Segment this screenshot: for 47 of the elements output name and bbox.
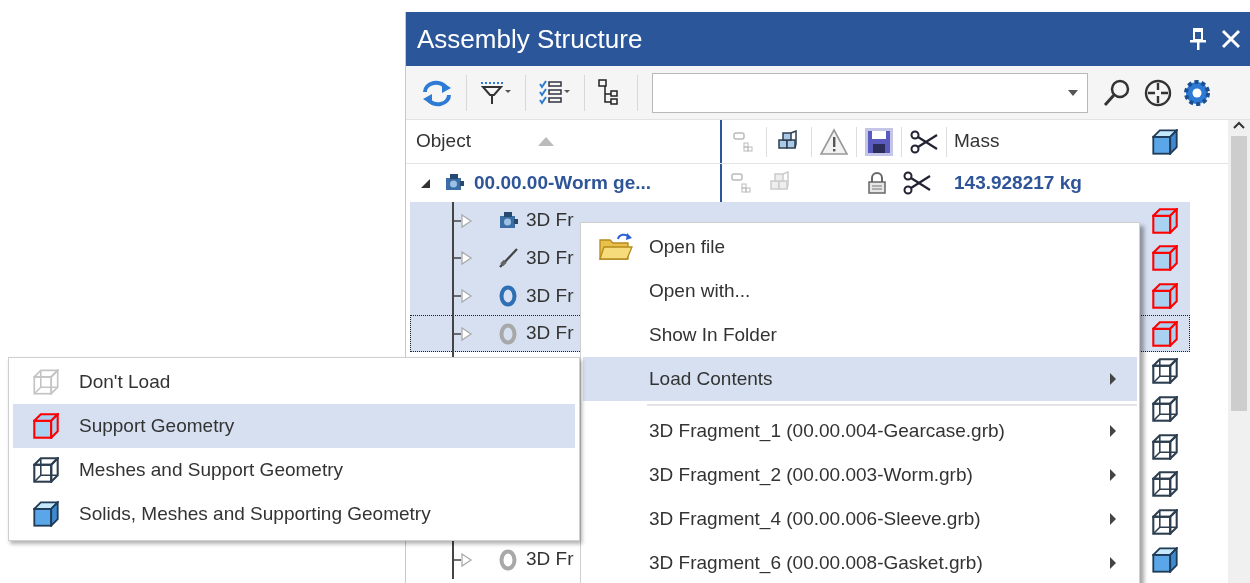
warning-icon <box>819 127 849 156</box>
menu-item[interactable]: Show In Folder <box>583 313 1137 357</box>
mass-value: 143.928217 kg <box>954 171 1082 193</box>
scissors-icon <box>909 128 939 155</box>
tree-item-label[interactable]: 3D Fr <box>526 243 574 273</box>
menu-item[interactable]: Support Geometry <box>13 404 575 448</box>
tree-item-label[interactable]: 3D Fr <box>526 545 574 574</box>
menu-item[interactable]: 3D Fragment_2 (00.00.003-Worm.grb) <box>583 453 1137 497</box>
pin-icon[interactable] <box>1188 26 1208 52</box>
tree-item-label[interactable]: 3D Fr <box>526 281 574 311</box>
tree-item-label[interactable]: 3D Fr <box>526 206 574 235</box>
scroll-up-icon[interactable] <box>1232 120 1246 130</box>
dropdown-caret-icon <box>1067 88 1079 97</box>
folder-icon <box>598 232 634 262</box>
menu-item[interactable]: Don't Load <box>13 360 575 404</box>
expand-arrow-icon[interactable] <box>452 551 474 568</box>
column-label[interactable]: Mass <box>954 130 1000 152</box>
tree-item-label[interactable]: 3D Fr <box>526 319 574 348</box>
submenu-arrow-icon <box>1109 372 1117 386</box>
menu-item[interactable]: Open file <box>583 225 1137 269</box>
hierarchy-icon <box>730 171 754 194</box>
save-icon <box>864 126 894 157</box>
tree-item-label[interactable]: 00.00.00-Worm ge... <box>474 168 652 198</box>
column-label[interactable]: Object <box>416 127 471 156</box>
expand-arrow-icon[interactable] <box>452 250 474 267</box>
menu-item[interactable]: 3D Fragment_1 (00.00.004-Gearcase.grb) <box>583 409 1137 453</box>
submenu-arrow-icon <box>1109 556 1117 570</box>
scissors-icon <box>902 169 932 196</box>
expand-arrow-icon[interactable] <box>452 325 474 342</box>
submenu-arrow-icon <box>1109 424 1117 438</box>
panel-title: Assembly Structure <box>417 22 644 56</box>
menu-item[interactable]: 3D Fragment_4 (00.00.006-Sleeve.grb) <box>583 497 1137 541</box>
menu-item[interactable]: Load Contents <box>583 357 1137 401</box>
expand-arrow-icon[interactable] <box>452 212 474 229</box>
menu-item[interactable]: Meshes and Support Geometry <box>13 448 575 492</box>
expand-arrow-icon[interactable] <box>452 287 474 304</box>
menu-item[interactable]: Open with... <box>583 269 1137 313</box>
menu-item[interactable]: Solids, Meshes and Supporting Geometry <box>13 492 575 536</box>
cube-icon <box>1152 128 1178 155</box>
hierarchy-icon <box>732 130 756 153</box>
scrollbar-thumb[interactable] <box>1231 136 1247 411</box>
lock-icon <box>866 170 888 195</box>
submenu-arrow-icon <box>1109 468 1117 482</box>
menu-item[interactable]: 3D Fragment_6 (00.00.008-Gasket.grb) <box>583 541 1137 583</box>
locate-icon <box>1142 77 1174 108</box>
submenu-arrow-icon <box>1109 512 1117 526</box>
close-icon[interactable] <box>1220 28 1242 50</box>
